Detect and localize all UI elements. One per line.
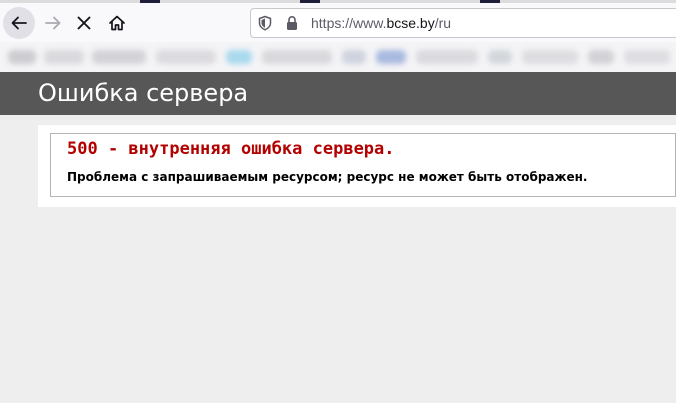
url-host: bcse.by [386, 15, 435, 31]
bookmarks-toolbar [0, 42, 676, 72]
padlock-icon[interactable] [284, 15, 300, 31]
bookmark-item[interactable] [522, 50, 578, 64]
bookmark-item[interactable] [44, 50, 84, 64]
error-heading: 500 - внутренняя ошибка сервера. [67, 139, 395, 159]
home-button[interactable] [101, 7, 133, 39]
tracking-shield-icon[interactable] [257, 15, 273, 31]
page-title: Ошибка сервера [38, 79, 249, 107]
url-text[interactable]: https://www.bcse.by/ru [311, 15, 451, 31]
url-path: /ru [434, 15, 452, 31]
error-box: 500 - внутренняя ошибка сервера. Проблем… [50, 133, 676, 197]
bookmark-item[interactable] [376, 50, 406, 64]
address-bar[interactable]: https://www.bcse.by/ru [250, 8, 676, 38]
back-button[interactable] [3, 7, 35, 39]
browser-toolbar: https://www.bcse.by/ru [0, 3, 676, 42]
stop-button[interactable] [68, 7, 100, 39]
forward-button[interactable] [37, 7, 69, 39]
bookmark-item[interactable] [342, 50, 366, 64]
home-icon [109, 15, 125, 31]
bookmark-item[interactable] [226, 50, 252, 64]
bookmark-item[interactable] [588, 50, 614, 64]
bookmark-item[interactable] [92, 50, 146, 64]
url-prefix: https://www. [311, 15, 387, 31]
stop-loading-icon [77, 16, 91, 30]
bookmark-item[interactable] [416, 50, 478, 64]
error-message: Проблема с запрашиваемым ресурсом; ресур… [67, 170, 588, 184]
page-header: Ошибка сервера [0, 72, 676, 115]
bookmark-item[interactable] [624, 50, 670, 64]
error-content: 500 - внутренняя ошибка сервера. Проблем… [38, 125, 676, 207]
back-arrow-icon [11, 16, 27, 30]
forward-arrow-icon [45, 16, 61, 30]
bookmark-item[interactable] [262, 50, 332, 64]
bookmark-item[interactable] [156, 50, 216, 64]
bookmark-item[interactable] [488, 50, 512, 64]
bookmark-item[interactable] [8, 50, 36, 64]
